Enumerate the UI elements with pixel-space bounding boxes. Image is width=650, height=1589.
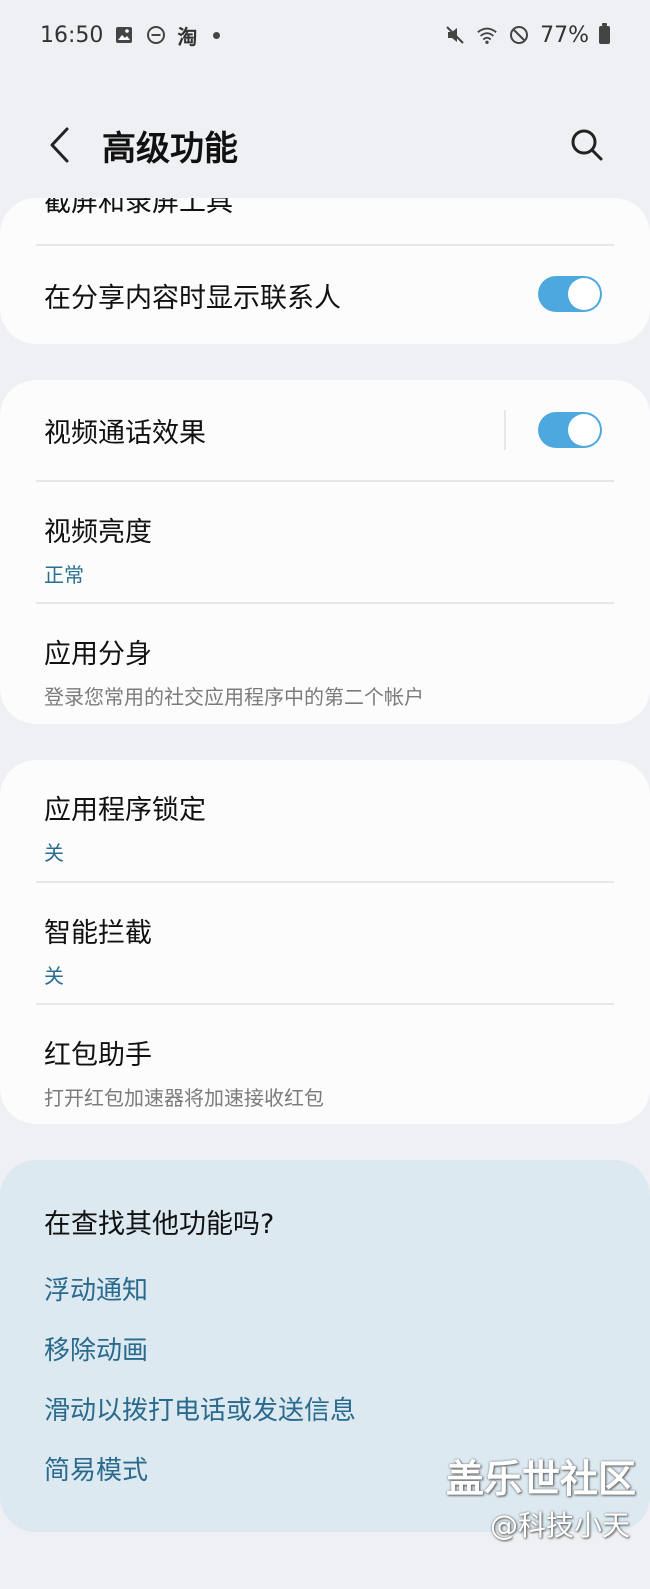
watermark-community: 盖乐世社区 bbox=[445, 1457, 636, 1501]
item-value: 关 bbox=[44, 964, 64, 988]
item-title: 智能拦截 bbox=[44, 918, 152, 949]
list-item-red-packet-assistant[interactable]: 红包助手 打开红包加速器将加速接收红包 bbox=[0, 1005, 650, 1124]
app-bar: 高级功能 bbox=[0, 100, 650, 190]
list-item-screenshot-tools[interactable]: 截屏和录屏工具 bbox=[0, 198, 650, 226]
toggle-knob bbox=[568, 414, 600, 446]
status-bar: 16:50 淘 77% bbox=[0, 0, 650, 70]
item-title: 视频通话效果 bbox=[44, 417, 206, 449]
more-notifications-dot bbox=[213, 31, 221, 39]
item-title: 在分享内容时显示联系人 bbox=[44, 282, 341, 314]
no-sim-icon bbox=[508, 24, 530, 46]
suggestions-title: 在查找其他功能吗? bbox=[44, 1209, 275, 1240]
video-call-effects-toggle[interactable] bbox=[538, 412, 602, 448]
link-remove-animations[interactable]: 移除动画 bbox=[44, 1330, 148, 1367]
item-title: 截屏和录屏工具 bbox=[44, 198, 233, 218]
card-video: 视频通话效果 视频亮度 正常 应用分身 登录您常用的社交应用程序中的第二个帐户 bbox=[0, 380, 650, 724]
item-value: 正常 bbox=[44, 563, 84, 587]
item-description: 登录您常用的社交应用程序中的第二个帐户 bbox=[44, 685, 424, 709]
item-description: 打开红包加速器将加速接收红包 bbox=[44, 1086, 324, 1110]
status-left: 16:50 淘 bbox=[40, 21, 221, 50]
card-app-lock: 应用程序锁定 关 智能拦截 关 红包助手 打开红包加速器将加速接收红包 bbox=[0, 760, 650, 1124]
item-title: 红包助手 bbox=[44, 1040, 152, 1071]
vertical-separator bbox=[504, 410, 506, 450]
link-swipe-to-call[interactable]: 滑动以拨打电话或发送信息 bbox=[44, 1390, 356, 1427]
mute-icon bbox=[444, 24, 466, 46]
watermark-author: @科技小天 bbox=[489, 1509, 630, 1542]
list-item-app-lock[interactable]: 应用程序锁定 关 bbox=[0, 760, 650, 881]
taobao-icon: 淘 bbox=[177, 24, 198, 49]
item-title: 视频亮度 bbox=[44, 517, 152, 548]
item-value: 关 bbox=[44, 841, 64, 865]
list-item-dual-messenger[interactable]: 应用分身 登录您常用的社交应用程序中的第二个帐户 bbox=[0, 604, 650, 724]
share-contacts-toggle[interactable] bbox=[538, 276, 602, 312]
toggle-knob bbox=[568, 278, 600, 310]
search-button[interactable] bbox=[562, 115, 612, 175]
chevron-left-icon bbox=[50, 127, 69, 163]
list-item-smart-intercept[interactable]: 智能拦截 关 bbox=[0, 883, 650, 1003]
image-icon bbox=[113, 24, 135, 46]
search-icon bbox=[571, 129, 603, 161]
link-floating-notifications[interactable]: 浮动通知 bbox=[44, 1270, 148, 1307]
battery-icon bbox=[599, 23, 610, 44]
item-title: 应用分身 bbox=[44, 639, 152, 670]
link-easy-mode[interactable]: 简易模式 bbox=[44, 1450, 148, 1487]
status-right: 77% bbox=[444, 23, 610, 48]
page-title: 高级功能 bbox=[102, 128, 238, 169]
dnd-icon bbox=[145, 24, 167, 46]
battery-percent: 77% bbox=[540, 22, 589, 48]
list-item-video-brightness[interactable]: 视频亮度 正常 bbox=[0, 482, 650, 602]
status-time: 16:50 bbox=[40, 22, 104, 48]
item-title: 应用程序锁定 bbox=[44, 795, 206, 826]
wifi-icon bbox=[476, 24, 498, 46]
back-button[interactable] bbox=[40, 115, 80, 175]
card-screenshot-share: 截屏和录屏工具 在分享内容时显示联系人 bbox=[0, 198, 650, 344]
